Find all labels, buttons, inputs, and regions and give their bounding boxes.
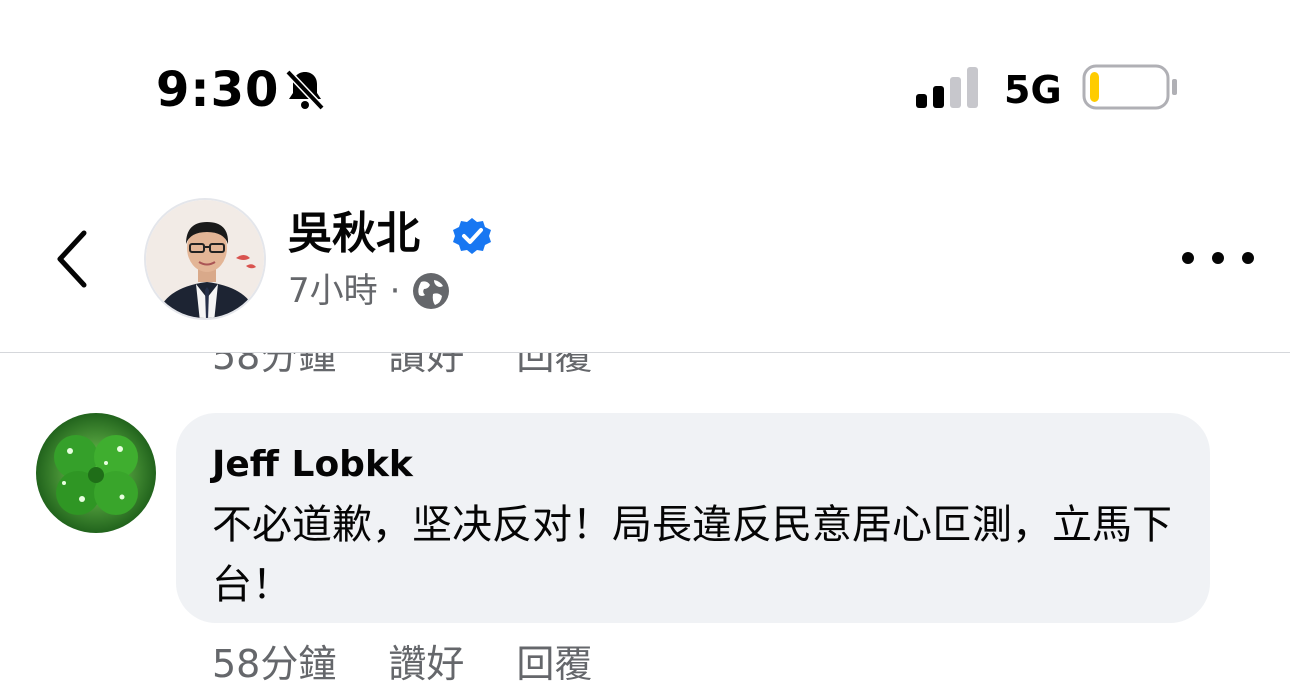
back-button[interactable] [40,222,104,296]
comment-actions: 58分鐘 讚好 回覆 [212,639,644,689]
bell-slash-icon [282,66,328,112]
like-button[interactable]: 讚好 [388,639,464,689]
like-button[interactable]: 讚好 [388,353,464,381]
post-meta: 7小時 · [288,266,450,316]
dot-icon [1182,252,1194,264]
network-type: 5G [1004,68,1062,112]
comment-actions: 58分鐘 讚好 回覆 [212,353,644,381]
comments-list[interactable]: 58分鐘 讚好 回覆 Jeff Lobkk 不必道歉，坚决反对！局長違反民意居心… [0,353,1290,692]
meta-separator: · [389,271,401,311]
verified-badge-icon [452,216,492,256]
comment-text: 不必道歉，坚决反对！局長違反民意居心叵測，立馬下台！ [212,502,1172,608]
battery-icon [1082,64,1180,110]
post-time[interactable]: 7小時 [288,266,378,316]
comment-time: 58分鐘 [212,353,337,378]
reply-button[interactable]: 回覆 [516,639,592,689]
globe-icon [412,272,450,310]
chevron-left-icon [57,230,87,288]
comment-bubble[interactable]: Jeff Lobkk 不必道歉，坚决反对！局長違反民意居心叵測，立馬下台！ [176,413,1210,623]
commenter-avatar[interactable] [36,413,156,533]
reply-button[interactable]: 回覆 [516,353,592,381]
comment-time: 58分鐘 [212,642,337,686]
commenter-name[interactable]: Jeff Lobkk [212,441,1174,489]
author-avatar[interactable] [144,198,266,320]
more-options-button[interactable] [1182,236,1254,280]
author-name[interactable]: 吳秋北 [288,206,420,262]
dot-icon [1242,252,1254,264]
status-time: 9:30 [156,62,280,118]
dot-icon [1212,252,1224,264]
signal-strength-icon [916,66,982,108]
